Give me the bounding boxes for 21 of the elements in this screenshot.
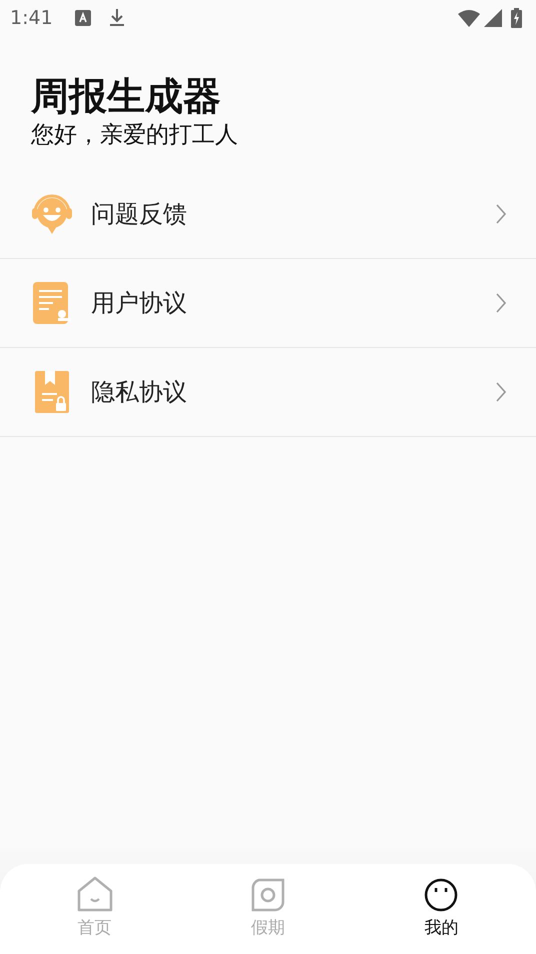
chevron-right-icon [496, 293, 506, 314]
document-icon [33, 282, 71, 324]
chevron-right-icon [496, 204, 506, 224]
download-icon [108, 9, 125, 27]
app-title: 周报生成器 [31, 74, 222, 120]
status-time: 1:41 [10, 6, 53, 31]
signal-icon [484, 9, 502, 27]
nav-tab[interactable]: 我的 [381, 864, 502, 954]
support-agent-icon [31, 193, 73, 236]
menu-item[interactable]: 问题反馈 [0, 170, 536, 260]
chevron-right-icon [496, 382, 506, 402]
home-icon [76, 876, 113, 912]
wifi-icon [458, 10, 480, 26]
camera-icon [250, 878, 285, 912]
battery-icon [511, 8, 522, 28]
keyboard-notification-icon [74, 10, 91, 26]
menu-item[interactable]: 隐私协议 [0, 348, 536, 438]
face-icon [424, 878, 458, 912]
menu-item[interactable]: 用户协议 [0, 259, 536, 348]
greeting-text: 您好，亲爱的打工人 [31, 122, 239, 150]
privacy-document-icon [35, 371, 69, 414]
